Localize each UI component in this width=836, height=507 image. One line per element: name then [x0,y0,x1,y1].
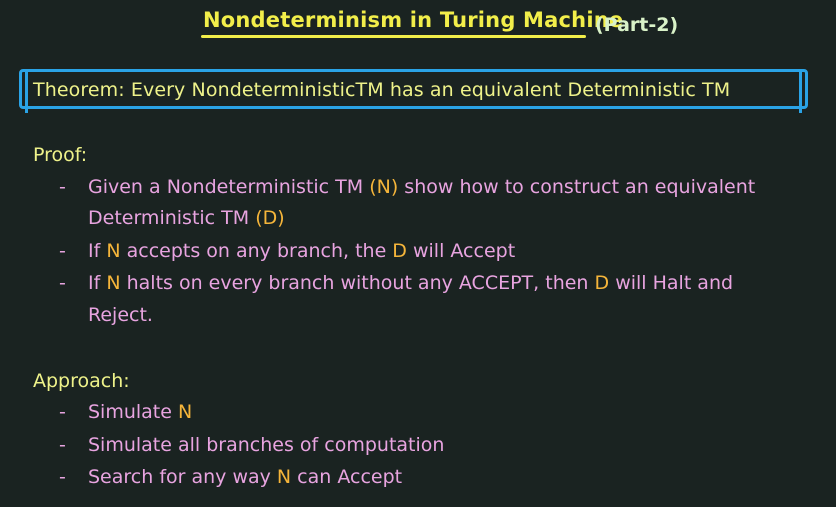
approach-bullet-3: Search for any way N can Accept [88,466,402,488]
proof-bullet-1-dash: - [59,176,66,198]
approach-bullet-3-dash: - [59,466,66,488]
approach-bullet-1-dash: - [59,401,66,423]
approach-bullet-1: Simulate N [88,401,192,423]
text-run: Simulate all branches of computation [88,434,445,456]
proof-bullet-1-line-1: Given a Nondeterministic TM (N) show how… [88,176,755,198]
proof-bullet-2-dash: - [59,240,66,262]
text-run: Deterministic TM [88,207,256,229]
highlight-D: D [392,240,407,262]
text-run: If [88,272,107,294]
proof-bullet-3-line-1: If N halts on every branch without any A… [88,272,733,294]
slide: Nondeterminism in Turing Machine (Part-2… [0,0,836,507]
highlight-N: N [276,466,292,488]
slide-title: Nondeterminism in Turing Machine [203,8,624,32]
text-run: halts on every branch without any ACCEPT… [120,272,595,294]
highlight-N: N [106,272,121,294]
approach-bullet-2-dash: - [59,434,66,456]
text-run: Simulate [88,401,178,423]
theorem-box: Theorem: Every NondeterministicTM has an… [19,69,808,113]
approach-bullet-2: Simulate all branches of computation [88,434,444,456]
theorem-text: Theorem: Every NondeterministicTM has an… [33,79,731,101]
text-run: accepts on any branch, the [120,240,393,262]
theorem-box-left-bar [25,69,28,113]
theorem-box-right-bar [799,69,802,113]
highlight-N: (N) [369,176,399,198]
text-run: will Accept [406,240,516,262]
text-run: can Accept [291,466,403,488]
text-run: will Halt and [609,272,734,294]
highlight-N: N [178,401,193,423]
proof-bullet-2: If N accepts on any branch, the D will A… [88,240,515,262]
highlight-D: (D) [255,207,285,229]
text-run: Given a Nondeterministic TM [88,176,370,198]
proof-heading: Proof: [33,144,88,166]
proof-bullet-3-line-2: Reject. [88,304,153,326]
proof-bullet-3-dash: - [59,272,66,294]
text-run: show how to construct an equivalent [398,176,756,198]
approach-heading: Approach: [33,370,130,392]
highlight-N: N [106,240,121,262]
text-run: Search for any way [88,466,277,488]
title-underline [201,35,586,38]
proof-bullet-1-line-2: Deterministic TM (D) [88,207,285,229]
text-run: If [88,240,107,262]
slide-subtitle: (Part-2) [595,14,679,36]
title-row: Nondeterminism in Turing Machine (Part-2… [0,6,836,42]
highlight-D: D [594,272,610,294]
